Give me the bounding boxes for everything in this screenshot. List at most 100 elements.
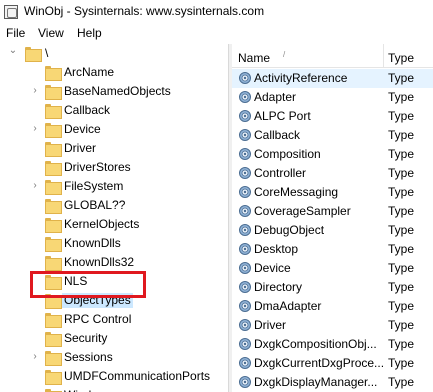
menu-file[interactable]: File	[6, 26, 25, 40]
tree-item[interactable]: › Sessions	[0, 348, 220, 367]
highlight-box	[30, 271, 146, 298]
column-separator[interactable]	[383, 44, 384, 68]
list-row[interactable]: DxgkCompositionObj... Type	[232, 335, 433, 354]
gear-icon	[238, 223, 252, 237]
tree-item-label: Security	[64, 331, 108, 345]
gear-icon	[238, 337, 252, 351]
gear-icon	[238, 109, 252, 123]
row-type: Type	[388, 318, 415, 332]
list-row[interactable]: DxgkDisplayManager... Type	[232, 373, 433, 392]
title-bar: WinObj - Sysinternals: www.sysinternals.…	[0, 0, 433, 24]
row-name: DxgkCurrentDxgProce...	[254, 356, 385, 370]
folder-icon	[45, 256, 62, 271]
menu-help[interactable]: Help	[77, 26, 102, 40]
menu-view[interactable]: View	[38, 26, 64, 40]
row-name: DxgkDisplayManager...	[254, 375, 378, 389]
folder-icon	[45, 180, 62, 195]
list-pane[interactable]: Name / Type ActivityReference Type Adapter…	[232, 44, 433, 392]
tree-item[interactable]: RPC Control	[0, 310, 220, 329]
folder-icon	[45, 218, 62, 233]
list-row[interactable]: Composition Type	[232, 145, 433, 164]
tree-item[interactable]: DriverStores	[0, 158, 220, 177]
tree-item-label: KernelObjects	[64, 217, 140, 231]
tree-item[interactable]: › Device	[0, 120, 220, 139]
sort-indicator-icon: /	[283, 50, 286, 59]
folder-icon	[45, 370, 62, 385]
row-type: Type	[388, 223, 415, 237]
tree-pane[interactable]: ⌄ \ ArcName › BaseNamedObjects Callback › Dev…	[0, 44, 228, 392]
tree-item[interactable]: GLOBAL??	[0, 196, 220, 215]
list-row[interactable]: Device Type	[232, 259, 433, 278]
list-row[interactable]: ActivityReference Type	[232, 69, 433, 88]
list-row[interactable]: DebugObject Type	[232, 221, 433, 240]
tree-item[interactable]: KernelObjects	[0, 215, 220, 234]
column-header-type[interactable]: Type	[388, 51, 414, 65]
list-row[interactable]: DxgkCurrentDxgProce... Type	[232, 354, 433, 373]
tree-item-label: RPC Control	[64, 312, 132, 326]
tree-item-label: DriverStores	[64, 160, 131, 174]
tree-item[interactable]: KnownDlls32	[0, 253, 220, 272]
tree-item-label: ArcName	[64, 65, 115, 79]
tree-item[interactable]: ArcName	[0, 63, 220, 82]
list-row[interactable]: CoreMessaging Type	[232, 183, 433, 202]
tree-item[interactable]: ›Windows	[0, 386, 220, 392]
folder-icon	[45, 237, 62, 252]
list-row[interactable]: Driver Type	[232, 316, 433, 335]
folder-icon	[45, 351, 62, 366]
tree-item-label: Callback	[64, 103, 111, 117]
chevron-right-icon[interactable]: ›	[30, 86, 40, 96]
row-type: Type	[388, 337, 415, 351]
tree-item-label: FileSystem	[64, 179, 124, 193]
list-row[interactable]: DmaAdapter Type	[232, 297, 433, 316]
row-type: Type	[388, 147, 415, 161]
row-type: Type	[388, 166, 415, 180]
tree-root[interactable]: ⌄ \	[0, 44, 220, 63]
list-row[interactable]: Callback Type	[232, 126, 433, 145]
folder-icon	[45, 161, 62, 176]
row-name: Controller	[254, 166, 307, 180]
tree-item[interactable]: Security	[0, 329, 220, 348]
list-row[interactable]: Desktop Type	[232, 240, 433, 259]
row-type: Type	[388, 299, 415, 313]
row-type: Type	[388, 71, 415, 85]
tree-root-label: \	[45, 46, 49, 60]
folder-icon	[25, 47, 42, 62]
row-type: Type	[388, 242, 415, 256]
tree-item-label: BaseNamedObjects	[64, 84, 171, 98]
gear-icon	[238, 128, 252, 142]
gear-icon	[238, 356, 252, 370]
list-row[interactable]: Adapter Type	[232, 88, 433, 107]
chevron-right-icon[interactable]: ›	[30, 124, 40, 134]
row-name: ActivityReference	[254, 71, 348, 85]
tree-item-label: Sessions	[64, 350, 113, 364]
tree-item[interactable]: › FileSystem	[0, 177, 220, 196]
row-name: Adapter	[254, 90, 297, 104]
chevron-right-icon[interactable]: ›	[30, 352, 40, 362]
gear-icon	[238, 318, 252, 332]
tree-item[interactable]: UMDFCommunicationPorts	[0, 367, 220, 386]
chevron-right-icon[interactable]: ›	[30, 181, 40, 191]
tree-item[interactable]: KnownDlls	[0, 234, 220, 253]
tree-item-label: Windows	[64, 388, 113, 392]
tree-item-label: KnownDlls32	[64, 255, 135, 269]
tree-item[interactable]: Driver	[0, 139, 220, 158]
folder-icon	[45, 104, 62, 119]
list-row[interactable]: Directory Type	[232, 278, 433, 297]
folder-icon	[45, 66, 62, 81]
list-row[interactable]: CoverageSampler Type	[232, 202, 433, 221]
row-name: DxgkCompositionObj...	[254, 337, 377, 351]
column-header-name[interactable]: Name	[238, 51, 270, 65]
tree-item[interactable]: Callback	[0, 101, 220, 120]
chevron-down-icon[interactable]: ⌄	[8, 46, 18, 56]
folder-icon	[45, 199, 62, 214]
gear-icon	[238, 71, 252, 85]
row-name: Composition	[254, 147, 321, 161]
tree-item-label: UMDFCommunicationPorts	[64, 369, 211, 383]
list-row[interactable]: Controller Type	[232, 164, 433, 183]
gear-icon	[238, 147, 252, 161]
list-row[interactable]: ALPC Port Type	[232, 107, 433, 126]
row-name: ALPC Port	[254, 109, 311, 123]
tree-item[interactable]: › BaseNamedObjects	[0, 82, 220, 101]
row-name: DmaAdapter	[254, 299, 322, 313]
gear-icon	[238, 299, 252, 313]
